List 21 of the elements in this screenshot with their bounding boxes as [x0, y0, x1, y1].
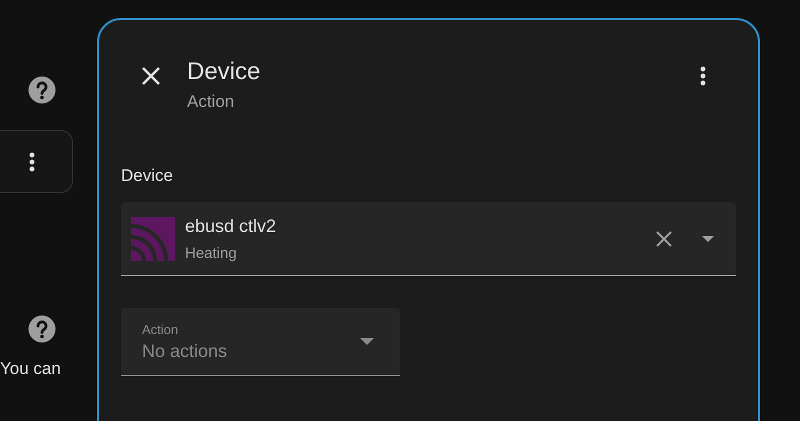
help-icon[interactable] [28, 76, 56, 104]
field-label: Device [121, 166, 174, 186]
clear-icon [656, 230, 672, 246]
dropdown-caret-icon [360, 338, 374, 345]
signal-arcs-icon [131, 216, 175, 260]
hint-text: You can [0, 359, 62, 379]
clear-button[interactable] [656, 230, 672, 246]
more-options-button[interactable] [700, 66, 706, 86]
more-options-icon[interactable] [29, 152, 35, 172]
dropdown-caret-icon[interactable] [702, 236, 714, 242]
device-name: ebusd ctlv2 [185, 216, 276, 236]
close-button[interactable] [141, 66, 161, 86]
dialog-subtitle: Action [187, 92, 236, 112]
more-options-icon [700, 66, 706, 86]
select-label: Action [142, 322, 180, 336]
select-value: No actions [142, 340, 228, 362]
device-area: Heating [185, 244, 276, 262]
close-icon [141, 66, 161, 86]
help-icon[interactable] [28, 315, 56, 343]
device-picker[interactable]: ebusd ctlv2 Heating [121, 202, 736, 276]
dialog-title: Device [187, 58, 260, 86]
